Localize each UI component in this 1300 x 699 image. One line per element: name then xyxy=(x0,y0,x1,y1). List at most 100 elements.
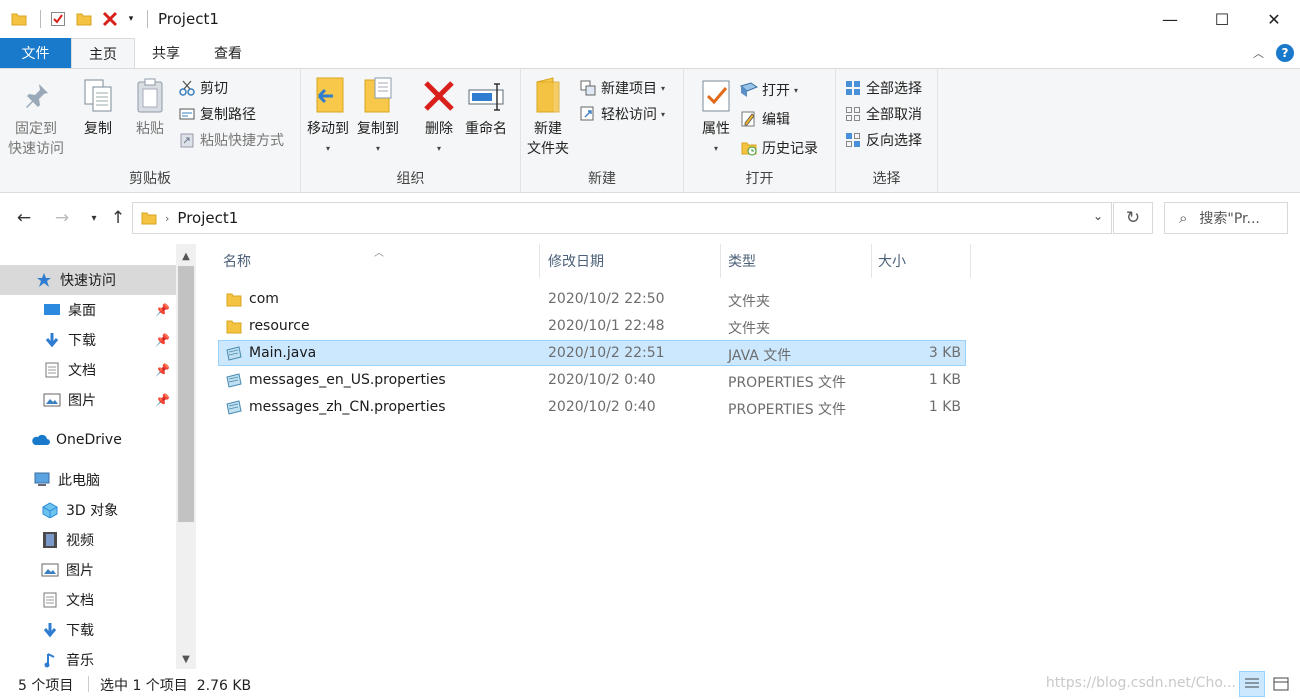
nav-item-videos[interactable]: 视频 xyxy=(0,525,176,555)
nav-item-pictures[interactable]: 图片 📌 xyxy=(0,385,176,415)
file-date: 2020/10/2 0:40 xyxy=(548,399,656,415)
delete-x-icon[interactable] xyxy=(99,8,121,30)
folder-icon xyxy=(226,320,242,334)
file-row-resource[interactable]: resource 2020/10/1 22:48 文件夹 xyxy=(218,313,966,339)
edit-button[interactable]: 编辑 xyxy=(740,108,790,130)
nav-item-desktop[interactable]: 桌面 📌 xyxy=(0,295,176,325)
close-button[interactable]: ✕ xyxy=(1248,0,1300,38)
search-icon: ⌕ xyxy=(1179,209,1188,227)
rename-icon xyxy=(466,75,506,117)
easy-access-button[interactable]: 轻松访问 ▾ xyxy=(579,103,665,125)
history-label: 历史记录 xyxy=(762,141,818,157)
paste-shortcut-button[interactable]: 粘贴快捷方式 xyxy=(178,129,284,151)
copy-path-button[interactable]: 复制路径 xyxy=(178,103,256,125)
nav-item-this-pc[interactable]: 此电脑 xyxy=(0,465,176,495)
nav-item-downloads[interactable]: 下载 📌 xyxy=(0,325,176,355)
delete-button[interactable]: 删除 ▾ xyxy=(419,75,459,159)
rename-button[interactable]: 重命名 xyxy=(465,75,507,139)
copy-to-dropdown-icon: ▾ xyxy=(375,144,380,153)
file-size: 1 KB xyxy=(928,372,961,388)
refresh-button[interactable]: ↻ xyxy=(1113,202,1153,234)
column-header-name[interactable]: 名称 xyxy=(218,244,540,278)
help-icon[interactable]: ? xyxy=(1276,44,1294,62)
select-none-icon xyxy=(844,105,862,123)
column-header-date-modified[interactable]: 修改日期 xyxy=(543,244,721,278)
window-title: Project1 xyxy=(158,10,219,28)
new-item-button[interactable]: 新建项目 ▾ xyxy=(579,77,665,99)
details-view-icon xyxy=(1245,678,1259,688)
customize-dropdown-icon[interactable]: ▾ xyxy=(125,8,137,30)
tab-file[interactable]: 文件 xyxy=(0,38,71,68)
nav-item-quick-access[interactable]: 快速访问 xyxy=(0,265,176,295)
minimize-button[interactable]: — xyxy=(1144,0,1196,38)
collapse-ribbon-icon[interactable]: ︿ xyxy=(1253,45,1264,61)
nav-item-music[interactable]: 音乐 xyxy=(0,645,176,669)
pin-icon[interactable]: 📌 xyxy=(155,363,170,377)
document-icon xyxy=(42,360,62,380)
video-icon xyxy=(40,530,60,550)
nav-item-pictures-pc[interactable]: 图片 xyxy=(0,555,176,585)
pin-to-quick-access-button[interactable]: 固定到 快速访问 xyxy=(8,75,64,159)
pin-icon[interactable]: 📌 xyxy=(155,393,170,407)
tab-share[interactable]: 共享 xyxy=(135,38,197,68)
address-bar[interactable]: › Project1 ⌄ xyxy=(132,202,1112,234)
file-row-main-java[interactable]: Main.java 2020/10/2 22:51 JAVA 文件 3 KB xyxy=(218,340,966,366)
new-folder-icon[interactable] xyxy=(73,8,95,30)
ribbon-tabs: 文件 主页 共享 查看 ︿ ? xyxy=(0,38,1300,68)
nav-item-documents[interactable]: 文档 📌 xyxy=(0,355,176,385)
file-row-messages-zh-cn[interactable]: messages_zh_CN.properties 2020/10/2 0:40… xyxy=(218,394,966,420)
tab-view[interactable]: 查看 xyxy=(197,38,259,68)
new-folder-icon xyxy=(528,75,568,117)
scrollbar-thumb[interactable] xyxy=(178,266,194,522)
invert-selection-button[interactable]: 反向选择 xyxy=(844,129,922,151)
tab-home[interactable]: 主页 xyxy=(71,38,135,68)
cut-button[interactable]: 剪切 xyxy=(178,77,228,99)
open-button[interactable]: 打开 ▾ xyxy=(740,79,798,101)
maximize-button[interactable]: ☐ xyxy=(1196,0,1248,38)
nav-item-3d-objects[interactable]: 3D 对象 xyxy=(0,495,176,525)
forward-arrow-icon[interactable]: → xyxy=(50,206,74,230)
address-history-dropdown-icon[interactable]: ⌄ xyxy=(1093,209,1103,223)
pin-icon[interactable]: 📌 xyxy=(155,333,170,347)
file-row-messages-en-us[interactable]: messages_en_US.properties 2020/10/2 0:40… xyxy=(218,367,966,393)
move-to-button[interactable]: 移动到 ▾ xyxy=(307,75,349,159)
pin-icon xyxy=(16,75,56,117)
properties-check-icon[interactable] xyxy=(47,8,69,30)
search-placeholder: 搜索"Pr... xyxy=(1199,211,1260,227)
new-item-icon xyxy=(579,79,597,97)
up-arrow-icon[interactable]: ↑ xyxy=(106,206,130,230)
column-header-size[interactable]: 大小 xyxy=(873,244,971,278)
scroll-down-icon[interactable]: ▼ xyxy=(176,649,196,669)
recent-locations-dropdown-icon[interactable]: ▾ xyxy=(82,206,106,230)
column-header-type[interactable]: 类型 xyxy=(723,244,872,278)
search-input[interactable]: ⌕ 搜索"Pr... xyxy=(1164,202,1288,234)
paste-clipboard-icon xyxy=(130,75,170,117)
pin-icon[interactable]: 📌 xyxy=(155,303,170,317)
file-name: messages_zh_CN.properties xyxy=(249,399,446,415)
nav-item-label: 音乐 xyxy=(66,653,94,669)
history-button[interactable]: 历史记录 xyxy=(740,137,818,159)
scroll-up-icon[interactable]: ▲ xyxy=(176,246,196,266)
copy-button[interactable]: 复制 xyxy=(78,75,118,139)
ribbon-group-new: 新建 文件夹 新建项目 ▾ 轻松访问 ▾ 新建 xyxy=(521,69,684,192)
breadcrumb-project1[interactable]: Project1 xyxy=(177,209,238,227)
delete-dropdown-icon: ▾ xyxy=(436,144,441,153)
large-icons-view-button[interactable] xyxy=(1268,671,1294,697)
nav-pane-scrollbar[interactable]: ▲ ▼ xyxy=(176,244,196,669)
properties-button[interactable]: 属性 ▾ xyxy=(696,75,736,159)
back-arrow-icon[interactable]: ← xyxy=(12,206,36,230)
breadcrumb: › Project1 xyxy=(141,209,238,227)
nav-item-downloads-pc[interactable]: 下载 xyxy=(0,615,176,645)
copy-to-button[interactable]: 复制到 ▾ xyxy=(357,75,399,159)
nav-item-documents-pc[interactable]: 文档 xyxy=(0,585,176,615)
nav-item-label: 文档 xyxy=(68,363,96,379)
new-folder-button[interactable]: 新建 文件夹 xyxy=(527,75,569,159)
select-all-button[interactable]: 全部选择 xyxy=(844,77,922,99)
select-none-button[interactable]: 全部取消 xyxy=(844,103,922,125)
nav-item-onedrive[interactable]: OneDrive xyxy=(0,425,176,455)
details-view-button[interactable] xyxy=(1239,671,1265,697)
file-row-com[interactable]: com 2020/10/2 22:50 文件夹 xyxy=(218,286,966,312)
new-group-label: 新建 xyxy=(588,171,616,187)
paste-button[interactable]: 粘贴 xyxy=(130,75,170,139)
breadcrumb-separator-icon[interactable]: › xyxy=(165,212,169,225)
